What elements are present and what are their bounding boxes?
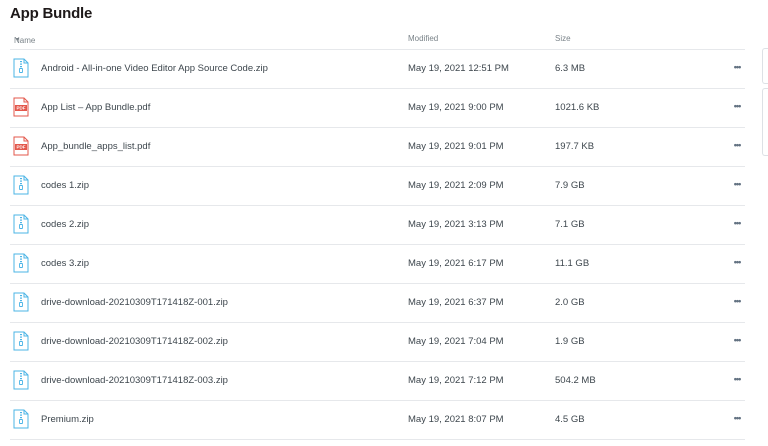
zip-file-icon — [13, 409, 29, 429]
file-row[interactable]: codes 2.zip May 19, 2021 3:13 PM 7.1 GB ••• — [10, 206, 745, 245]
more-options-icon[interactable]: ••• — [730, 254, 744, 270]
more-options-icon[interactable]: ••• — [730, 332, 744, 348]
file-row[interactable]: PDF App_bundle_apps_list.pdf May 19, 2021 … — [10, 128, 745, 167]
file-modified: May 19, 2021 9:01 PM — [408, 141, 504, 152]
file-modified: May 19, 2021 9:00 PM — [408, 102, 504, 113]
column-modified[interactable]: Modified — [408, 34, 438, 43]
pdf-file-icon: PDF — [13, 97, 29, 117]
file-modified: May 19, 2021 7:12 PM — [408, 375, 504, 386]
file-modified: May 19, 2021 7:04 PM — [408, 336, 504, 347]
file-size: 197.7 KB — [555, 141, 595, 152]
file-list: Android - All-in-one Video Editor App So… — [10, 50, 745, 440]
pdf-badge-text: PDF — [17, 106, 26, 111]
file-name[interactable]: codes 1.zip — [41, 180, 89, 191]
zip-file-icon — [13, 214, 29, 234]
file-size: 11.1 GB — [555, 258, 590, 269]
file-modified: May 19, 2021 6:37 PM — [408, 297, 504, 308]
folder-title: App Bundle — [10, 5, 93, 22]
more-options-icon[interactable]: ••• — [730, 215, 744, 231]
file-name[interactable]: Android - All-in-one Video Editor App So… — [41, 63, 268, 74]
file-browser: App Bundle Name ▾ Modified Size Android -… — [0, 0, 768, 446]
sort-arrow-icon: ▾ — [16, 37, 20, 43]
more-options-icon[interactable]: ••• — [730, 371, 744, 387]
file-row[interactable]: PDF App List – App Bundle.pdf May 19, 2021… — [10, 89, 745, 128]
more-options-icon[interactable]: ••• — [730, 137, 744, 153]
more-options-icon[interactable]: ••• — [730, 59, 744, 75]
file-name[interactable]: drive-download-20210309T171418Z-002.zip — [41, 336, 228, 347]
pdf-file-icon: PDF — [13, 136, 29, 156]
file-modified: May 19, 2021 12:51 PM — [408, 63, 509, 74]
more-options-icon[interactable]: ••• — [730, 293, 744, 309]
file-size: 2.0 GB — [555, 297, 585, 308]
file-row[interactable]: drive-download-20210309T171418Z-001.zip M… — [10, 284, 745, 323]
file-size: 504.2 MB — [555, 375, 596, 386]
file-size: 7.1 GB — [555, 219, 585, 230]
file-name[interactable]: drive-download-20210309T171418Z-001.zip — [41, 297, 228, 308]
file-row[interactable]: Premium.zip May 19, 2021 8:07 PM 4.5 GB ••• — [10, 401, 745, 440]
column-header: Name ▾ Modified Size — [10, 32, 745, 50]
file-size: 6.3 MB — [555, 63, 586, 74]
file-size: 1021.6 KB — [555, 102, 600, 113]
file-row[interactable]: Android - All-in-one Video Editor App So… — [10, 50, 745, 89]
file-modified: May 19, 2021 3:13 PM — [408, 219, 504, 230]
file-modified: May 19, 2021 6:17 PM — [408, 258, 504, 269]
pdf-badge-text: PDF — [17, 145, 26, 150]
more-options-icon[interactable]: ••• — [730, 410, 744, 426]
more-options-icon[interactable]: ••• — [730, 98, 744, 114]
file-name[interactable]: App List – App Bundle.pdf — [41, 102, 150, 113]
file-modified: May 19, 2021 2:09 PM — [408, 180, 504, 191]
file-name[interactable]: drive-download-20210309T171418Z-003.zip — [41, 375, 228, 386]
file-row[interactable]: drive-download-20210309T171418Z-002.zip M… — [10, 323, 745, 362]
zip-file-icon — [13, 175, 29, 195]
column-size[interactable]: Size — [555, 34, 571, 43]
file-name[interactable]: Premium.zip — [41, 414, 94, 425]
file-row[interactable]: drive-download-20210309T171418Z-003.zip M… — [10, 362, 745, 401]
file-size: 4.5 GB — [555, 414, 585, 425]
file-modified: May 19, 2021 8:07 PM — [408, 414, 504, 425]
zip-file-icon — [13, 331, 29, 351]
file-name[interactable]: codes 3.zip — [41, 258, 89, 269]
file-row[interactable]: codes 1.zip May 19, 2021 2:09 PM 7.9 GB ••• — [10, 167, 745, 206]
side-panel-button[interactable] — [762, 48, 768, 84]
file-name[interactable]: codes 2.zip — [41, 219, 89, 230]
file-name[interactable]: App_bundle_apps_list.pdf — [41, 141, 150, 152]
zip-file-icon — [13, 292, 29, 312]
file-size: 7.9 GB — [555, 180, 585, 191]
zip-file-icon — [13, 370, 29, 390]
zip-file-icon — [13, 58, 29, 78]
file-size: 1.9 GB — [555, 336, 585, 347]
file-row[interactable]: codes 3.zip May 19, 2021 6:17 PM 11.1 GB ••… — [10, 245, 745, 284]
side-panel — [762, 88, 768, 156]
zip-file-icon — [13, 253, 29, 273]
more-options-icon[interactable]: ••• — [730, 176, 744, 192]
